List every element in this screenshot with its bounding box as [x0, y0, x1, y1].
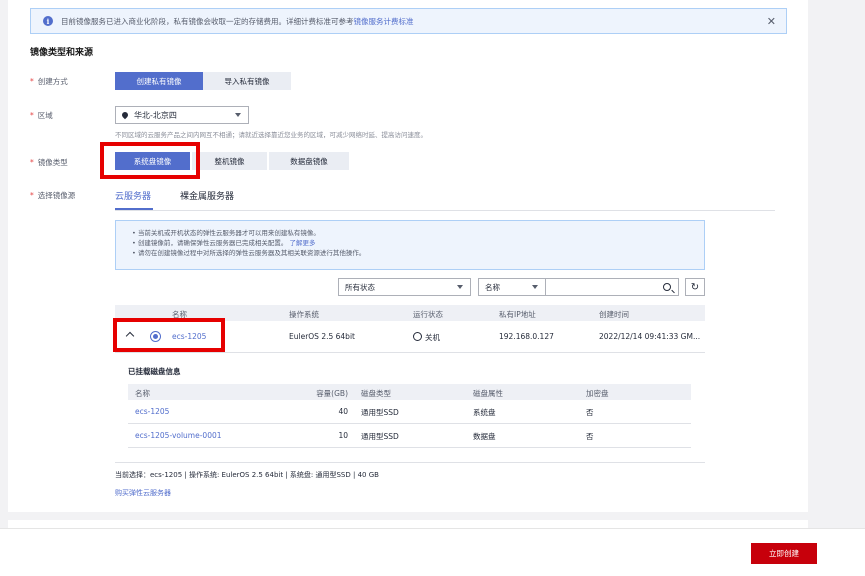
info-line-1-text: 当前关机或开机状态的弹性云服务器才可以用来创建私有镜像。 — [137, 229, 320, 237]
ecs-ip: 192.168.0.127 — [499, 332, 554, 341]
close-icon[interactable]: ✕ — [767, 15, 776, 28]
search-icon[interactable] — [663, 283, 671, 291]
col-status: 运行状态 — [413, 310, 443, 319]
image-type-label: * 镜像类型 — [30, 158, 68, 167]
caret-down-icon — [457, 285, 463, 289]
refresh-icon: ↻ — [690, 281, 700, 293]
disk-size: 40 — [338, 407, 348, 416]
disk-type: 通用型SSD — [361, 408, 399, 417]
search-input[interactable] — [545, 278, 679, 296]
disk-col-enc: 加密盘 — [586, 389, 609, 398]
selection-summary: 当前选择：ecs-1205 | 操作系统: EulerOS 2.5 64bit … — [115, 471, 379, 479]
info-line-2-text: 创建镜像前，请确保弹性云服务器已完成相关配置。 — [137, 239, 288, 247]
disk-col-attr: 磁盘属性 — [473, 389, 503, 398]
create-private-image-button[interactable]: 创建私有镜像 — [115, 72, 203, 90]
disk-name-link[interactable]: ecs-1205 — [135, 407, 169, 416]
info-line-2: • 创建镜像前，请确保弹性云服务器已完成相关配置。 了解更多 — [132, 239, 316, 247]
disk-attr: 系统盘 — [473, 408, 496, 417]
buy-ecs-link[interactable]: 购买弹性云服务器 — [115, 488, 171, 498]
disk-col-size: 容量(GB) — [316, 389, 348, 398]
info-line-3-text: 请勿在创建镜像过程中对所选择的弹性云服务器及其相关联资源进行其他操作。 — [137, 249, 366, 257]
location-pin-icon — [120, 110, 130, 120]
region-label-text: 区域 — [37, 111, 53, 120]
create-now-button[interactable]: 立即创建 — [751, 543, 817, 564]
tab-bms[interactable]: 裸金属服务器 — [180, 189, 234, 202]
notice-message: 目前镜像服务已进入商业化阶段，私有镜像会收取一定的存储费用。详细计费标准可参考 — [61, 16, 354, 26]
tab-active-indicator — [115, 208, 153, 210]
full-ecs-image-button[interactable]: 整机镜像 — [192, 152, 267, 170]
notice-banner: i 目前镜像服务已进入商业化阶段，私有镜像会收取一定的存储费用。详细计费标准可参… — [30, 8, 787, 34]
caret-down-icon — [532, 285, 538, 289]
footer-bar — [0, 528, 865, 576]
info-line-3: • 请勿在创建镜像过程中对所选择的弹性云服务器及其相关联资源进行其他操作。 — [132, 249, 366, 257]
pricing-link[interactable]: 镜像服务计费标准 — [354, 17, 414, 26]
create-method-label: * 创建方式 — [30, 77, 68, 86]
highlight-box-image-type — [100, 142, 200, 179]
info-icon: i — [43, 16, 53, 26]
disks-table-header: 名称 容量(GB) 磁盘类型 磁盘属性 加密盘 — [128, 384, 691, 400]
region-label: * 区域 — [30, 111, 53, 120]
source-label-text: 选择镜像源 — [37, 191, 76, 200]
image-type-label-text: 镜像类型 — [37, 158, 68, 167]
col-os: 操作系统 — [289, 310, 319, 319]
highlight-box-ecs-row — [113, 318, 225, 352]
region-select[interactable]: 华北-北京四 — [115, 106, 249, 124]
status-filter-select[interactable]: 所有状态 — [338, 278, 471, 296]
col-created: 创建时间 — [599, 310, 629, 319]
section-title: 镜像类型和来源 — [30, 48, 94, 58]
table-row: ecs-1205-volume-0001 10 通用型SSD 数据盘 否 — [128, 424, 691, 448]
col-ip: 私有IP地址 — [499, 310, 536, 319]
ecs-status: 关机 — [413, 332, 440, 343]
tab-ecs[interactable]: 云服务器 — [115, 189, 151, 202]
disks-title: 已挂载磁盘信息 — [128, 367, 181, 376]
ecs-info-box: • 当前关机或开机状态的弹性云服务器才可以用来创建私有镜像。 • 创建镜像前，请… — [115, 220, 705, 270]
disk-name-link[interactable]: ecs-1205-volume-0001 — [135, 431, 222, 440]
data-disk-image-button[interactable]: 数据盘镜像 — [269, 152, 349, 170]
disk-enc: 否 — [586, 408, 594, 417]
disk-attr: 数据盘 — [473, 432, 496, 441]
power-icon — [413, 332, 422, 341]
disk-col-name: 名称 — [135, 389, 150, 398]
summary-divider — [115, 462, 705, 463]
region-hint: 不同区域的云服务产品之间内网互不相通；请就近选择靠近您业务的区域，可减少网络时延… — [115, 131, 427, 139]
learn-more-link[interactable]: 了解更多 — [289, 239, 315, 247]
search-field-select[interactable]: 名称 — [478, 278, 546, 296]
disk-type: 通用型SSD — [361, 432, 399, 441]
create-method-label-text: 创建方式 — [37, 77, 68, 86]
ecs-created: 2022/12/14 09:41:33 GM... — [599, 332, 701, 341]
tabs-divider — [115, 210, 775, 211]
ecs-os: EulerOS 2.5 64bit — [289, 332, 355, 341]
disk-enc: 否 — [586, 432, 594, 441]
table-row: ecs-1205 40 通用型SSD 系统盘 否 — [128, 400, 691, 424]
notice-text: 目前镜像服务已进入商业化阶段，私有镜像会收取一定的存储费用。详细计费标准可参考镜… — [61, 16, 414, 27]
ecs-status-text: 关机 — [425, 333, 440, 342]
search-field-value: 名称 — [485, 282, 500, 292]
refresh-button[interactable]: ↻ — [685, 278, 705, 296]
disk-col-type: 磁盘类型 — [361, 389, 391, 398]
region-value: 华北-北京四 — [134, 110, 177, 120]
source-label: * 选择镜像源 — [30, 191, 76, 200]
import-private-image-button[interactable]: 导入私有镜像 — [203, 72, 291, 90]
disk-size: 10 — [338, 431, 348, 440]
info-line-1: • 当前关机或开机状态的弹性云服务器才可以用来创建私有镜像。 — [132, 229, 320, 237]
caret-down-icon — [235, 113, 241, 117]
status-filter-value: 所有状态 — [345, 282, 375, 292]
